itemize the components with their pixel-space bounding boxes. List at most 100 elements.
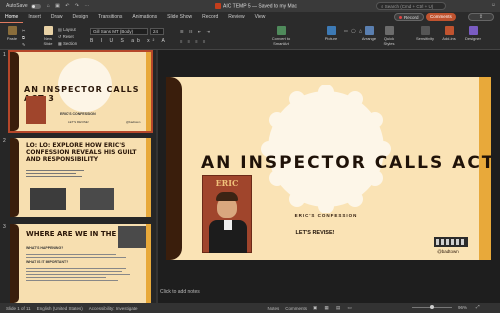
share-button[interactable]: ⇪ bbox=[468, 13, 494, 21]
list-buttons[interactable]: ☰ ☷ ⇤ ⇥ bbox=[180, 29, 212, 34]
slide-number: 3 bbox=[3, 224, 6, 230]
scene-image bbox=[118, 226, 146, 248]
zoom-level[interactable]: 96% bbox=[458, 305, 467, 310]
text-format-buttons[interactable]: B I U S ab x² A bbox=[90, 38, 168, 44]
slide-thumbnail-2[interactable]: LO: LO: EXPLORE HOW ERIC'S CONFESSION RE… bbox=[10, 138, 151, 217]
slide-thumbnail-panel: 1 AN INSPECTOR CALLS ACT 3 ERIC'S CONFES… bbox=[0, 50, 158, 303]
record-button[interactable]: Record bbox=[394, 13, 424, 21]
scene-image-2 bbox=[80, 188, 114, 210]
font-size-select[interactable]: 24 bbox=[150, 28, 164, 35]
tab-slide-show[interactable]: Slide Show bbox=[162, 12, 197, 23]
font-name-select[interactable]: Gill Sans MT (Body) bbox=[90, 28, 148, 35]
view-buttons[interactable]: ▣ ▦ ▤ ▭ bbox=[313, 305, 355, 311]
poster-text: ERIC bbox=[215, 178, 239, 188]
title-bar: AutoSave ⌂ ▣ ↶ ↷ ⋯ AIC TEMP 5 — Saved to… bbox=[0, 0, 500, 12]
curtain-shape bbox=[10, 52, 19, 131]
tab-review[interactable]: Review bbox=[223, 12, 249, 23]
slide-editor: AN INSPECTOR CALLS ACT 3 ERIC ERIC'S CON… bbox=[158, 50, 500, 303]
format-painter-icon[interactable]: ✎ bbox=[22, 42, 26, 47]
fit-to-window-icon[interactable]: ⤢ bbox=[476, 304, 480, 309]
autosave-label: AutoSave bbox=[6, 3, 28, 9]
record-icon bbox=[399, 16, 402, 20]
thumb-handle: @badtown bbox=[126, 120, 141, 124]
new-slide-icon bbox=[43, 26, 53, 35]
arrange-button[interactable]: Arrange bbox=[360, 26, 378, 41]
slide-count: Slide 1 of 11 bbox=[6, 305, 31, 311]
thumb-subtitle: ERIC'S CONFESSION bbox=[60, 112, 96, 116]
sensitivity-icon bbox=[420, 26, 430, 35]
thumb-subheading: WHAT'S HAPPENING? bbox=[26, 246, 64, 250]
tab-view[interactable]: View bbox=[250, 12, 271, 23]
slide-number: 1 bbox=[3, 52, 6, 58]
tab-home[interactable]: Home bbox=[0, 12, 24, 23]
portrait-collar bbox=[224, 220, 232, 230]
picture-icon bbox=[326, 26, 336, 35]
tab-design[interactable]: Design bbox=[68, 12, 94, 23]
sensitivity-button[interactable]: Sensitivity bbox=[414, 26, 436, 41]
slide-thumbnail-3[interactable]: WHERE ARE WE IN THE PLAY? WHAT'S HAPPENI… bbox=[10, 224, 151, 303]
copy-icon[interactable]: ⧉ bbox=[22, 35, 25, 40]
scalloped-circle bbox=[261, 85, 391, 213]
gold-stripe bbox=[146, 138, 151, 217]
comments-button[interactable]: Comments bbox=[426, 13, 456, 21]
autosave-toggle[interactable] bbox=[30, 3, 41, 9]
thumb-revise: LET'S REVISE! bbox=[68, 120, 89, 124]
zoom-slider-knob[interactable] bbox=[430, 305, 434, 309]
convert-smartart-button[interactable]: Convert to SmartArt bbox=[266, 26, 296, 46]
thumb-bullets bbox=[26, 252, 136, 260]
slide-title[interactable]: AN INSPECTOR CALLS ACT 3 bbox=[201, 153, 491, 173]
thumb-subheading-2: WHAT IS IT IMPORTANT? bbox=[26, 260, 69, 264]
layout-button[interactable]: ▤ Layout bbox=[58, 27, 76, 32]
clipboard-icon bbox=[7, 26, 17, 35]
account-icon[interactable]: ☺ bbox=[491, 2, 496, 8]
quick-styles-icon bbox=[384, 26, 394, 35]
new-slide-button[interactable]: New Slide bbox=[40, 26, 56, 46]
add-ins-icon bbox=[444, 26, 454, 35]
accessibility-status[interactable]: Accessibility: Investigate bbox=[89, 306, 138, 311]
add-ins-button[interactable]: Add-ins bbox=[440, 26, 458, 41]
tab-transitions[interactable]: Transitions bbox=[93, 12, 127, 23]
section-button[interactable]: ▦ Section bbox=[58, 41, 77, 46]
tab-record[interactable]: Record bbox=[197, 12, 223, 23]
slide-thumbnail-1[interactable]: AN INSPECTOR CALLS ACT 3 ERIC'S CONFESSI… bbox=[8, 50, 153, 133]
quick-styles-button[interactable]: Quick Styles bbox=[380, 26, 398, 46]
cut-icon[interactable]: ✂ bbox=[22, 28, 26, 33]
scene-image-1 bbox=[30, 188, 66, 210]
curtain-shape bbox=[10, 224, 19, 303]
align-buttons[interactable]: ≡ ≡ ≡ ≡ bbox=[180, 39, 207, 44]
poster-image[interactable]: ERIC bbox=[202, 175, 252, 253]
tab-draw[interactable]: Draw bbox=[46, 12, 68, 23]
ribbon-tabs: Home Insert Draw Design Transitions Anim… bbox=[0, 12, 500, 23]
quick-access-icons[interactable]: ⌂ ▣ ↶ ↷ ⋯ bbox=[47, 3, 92, 9]
thumb-title: LO: LO: EXPLORE HOW ERIC'S CONFESSION RE… bbox=[26, 142, 137, 163]
language[interactable]: English (United States) bbox=[37, 306, 83, 311]
tab-insert[interactable]: Insert bbox=[23, 12, 46, 23]
slide-subtitle[interactable]: ERIC'S CONFESSION bbox=[271, 213, 381, 218]
poster-image bbox=[26, 96, 46, 124]
logo-image bbox=[434, 237, 468, 247]
designer-button[interactable]: Designer bbox=[462, 26, 484, 41]
portrait-hair bbox=[216, 192, 238, 201]
status-bar: Slide 1 of 11 English (United States) Ac… bbox=[0, 303, 500, 313]
tab-animations[interactable]: Animations bbox=[127, 12, 162, 23]
notes-pane[interactable]: Click to add notes bbox=[160, 289, 200, 295]
smartart-icon bbox=[276, 26, 286, 35]
designer-icon bbox=[468, 26, 478, 35]
thumb-bullets-2 bbox=[26, 266, 136, 283]
powerpoint-icon bbox=[215, 3, 221, 9]
arrange-icon bbox=[364, 26, 374, 35]
social-handle[interactable]: @badtown bbox=[428, 249, 468, 254]
slide-number: 2 bbox=[3, 138, 6, 144]
thumb-bullets bbox=[26, 168, 86, 182]
current-slide[interactable]: AN INSPECTOR CALLS ACT 3 ERIC ERIC'S CON… bbox=[166, 77, 491, 260]
curtain-shape bbox=[10, 138, 19, 217]
curtain-shape bbox=[166, 77, 182, 260]
reset-button[interactable]: ↺ Reset bbox=[58, 34, 74, 39]
notes-button[interactable]: Notes bbox=[268, 306, 280, 311]
picture-button[interactable]: Picture bbox=[322, 26, 340, 41]
document-title: AIC TEMP 5 — Saved to my Mac bbox=[215, 3, 297, 9]
comments-status-button[interactable]: Comments bbox=[285, 306, 307, 311]
search-input[interactable]: ⌕ Search (Cmd + Ctrl + U) bbox=[376, 2, 446, 10]
slide-revise-text[interactable]: LET'S REVISE! bbox=[285, 230, 345, 236]
paste-button[interactable]: Paste bbox=[4, 26, 20, 41]
